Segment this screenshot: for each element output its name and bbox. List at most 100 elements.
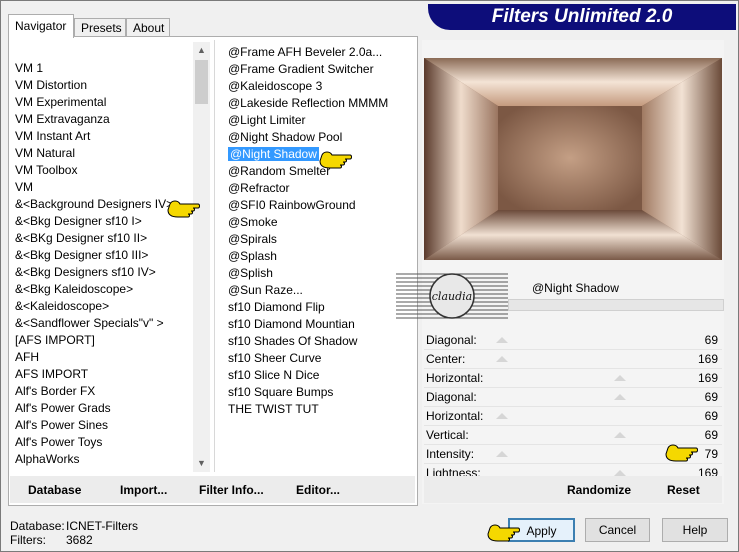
filter-item[interactable]: @Splish bbox=[225, 265, 415, 282]
effect-preview-image bbox=[424, 58, 722, 260]
pointing-hand-icon bbox=[487, 524, 520, 542]
category-item[interactable]: VM Instant Art bbox=[12, 128, 192, 145]
parameter-value: 69 bbox=[704, 409, 718, 423]
watermark-text: claudia bbox=[432, 290, 472, 303]
category-item[interactable]: VM 1 bbox=[12, 60, 192, 77]
app-banner: Filters Unlimited 2.0 bbox=[428, 4, 736, 30]
parameter-label: Horizontal: bbox=[426, 371, 484, 385]
scroll-down-icon[interactable]: ▼ bbox=[193, 455, 210, 472]
category-item[interactable]: Alf's Power Grads bbox=[12, 400, 192, 417]
parameter-label: Vertical: bbox=[426, 428, 469, 442]
category-item[interactable]: VM Experimental bbox=[12, 94, 192, 111]
filter-item[interactable]: @Smoke bbox=[225, 214, 415, 231]
parameter-label: Diagonal: bbox=[426, 390, 477, 404]
category-item[interactable]: &<Bkg Designer sf10 III> bbox=[12, 247, 192, 264]
tab-presets[interactable]: Presets bbox=[74, 18, 126, 36]
slider-thumb-icon[interactable] bbox=[614, 432, 626, 438]
category-list[interactable]: VM 1 VM Distortion VM Experimental VM Extra… bbox=[12, 60, 192, 470]
cancel-button[interactable]: Cancel bbox=[585, 518, 650, 542]
category-item[interactable]: Alf's Power Toys bbox=[12, 434, 192, 451]
parameter-slider[interactable]: Diagonal: 69 bbox=[424, 388, 722, 407]
category-item[interactable]: &<Sandflower Specials"v" > bbox=[12, 315, 192, 332]
category-item[interactable]: &<Bkg Designers sf10 IV> bbox=[12, 264, 192, 281]
category-item[interactable]: VM Distortion bbox=[12, 77, 192, 94]
filter-item[interactable]: @Refractor bbox=[225, 180, 415, 197]
parameter-value: 69 bbox=[704, 428, 718, 442]
filter-item[interactable]: @Lakeside Reflection MMMM bbox=[225, 95, 415, 112]
category-item[interactable]: &<Bkg Designer sf10 I> bbox=[12, 213, 192, 230]
import-button[interactable]: Import... bbox=[120, 483, 167, 497]
filter-item[interactable]: sf10 Sheer Curve bbox=[225, 350, 415, 367]
category-item[interactable]: &<Background Designers IV> bbox=[12, 196, 192, 213]
randomize-button[interactable]: Randomize bbox=[567, 483, 631, 497]
slider-thumb-icon[interactable] bbox=[496, 413, 508, 419]
filter-item[interactable]: @Spirals bbox=[225, 231, 415, 248]
filters-count-label: Filters: bbox=[10, 533, 46, 547]
scroll-up-icon[interactable]: ▲ bbox=[193, 42, 210, 59]
parameter-value: 169 bbox=[697, 352, 718, 366]
category-scrollbar[interactable]: ▲ ▼ bbox=[193, 42, 210, 472]
filter-item[interactable]: @Night Shadow Pool bbox=[225, 129, 415, 146]
help-button[interactable]: Help bbox=[662, 518, 728, 542]
reset-button[interactable]: Reset bbox=[667, 483, 700, 497]
category-item[interactable]: VM Natural bbox=[12, 145, 192, 162]
parameter-slider[interactable]: Horizontal: 169 bbox=[424, 369, 722, 388]
filter-item[interactable]: @Sun Raze... bbox=[225, 282, 415, 299]
list-divider bbox=[214, 40, 215, 472]
preview-button-bar: Randomize Reset bbox=[424, 476, 722, 503]
database-status: Database:ICNET-Filters Filters: 3682 bbox=[10, 519, 138, 547]
database-value: ICNET-Filters bbox=[66, 519, 138, 533]
scroll-thumb[interactable] bbox=[195, 60, 208, 104]
slider-thumb-icon[interactable] bbox=[496, 451, 508, 457]
filter-item[interactable]: sf10 Diamond Mountian bbox=[225, 316, 415, 333]
category-item[interactable]: VM bbox=[12, 179, 192, 196]
filter-item[interactable]: @Frame AFH Beveler 2.0a... bbox=[225, 44, 415, 61]
tab-about[interactable]: About bbox=[126, 18, 170, 36]
database-button[interactable]: Database bbox=[28, 483, 81, 497]
filters-count-value: 3682 bbox=[66, 533, 93, 547]
filter-item[interactable]: @Frame Gradient Switcher bbox=[225, 61, 415, 78]
filter-info-button[interactable]: Filter Info... bbox=[199, 483, 264, 497]
parameter-label: Horizontal: bbox=[426, 409, 484, 423]
pointing-hand-icon bbox=[167, 200, 200, 218]
category-item[interactable]: [AFS IMPORT] bbox=[12, 332, 192, 349]
slider-thumb-icon[interactable] bbox=[614, 375, 626, 381]
pointing-hand-icon bbox=[319, 151, 352, 169]
current-filter-name: @Night Shadow bbox=[532, 281, 619, 295]
filter-item[interactable]: THE TWIST TUT bbox=[225, 401, 415, 418]
slider-thumb-icon[interactable] bbox=[614, 394, 626, 400]
filter-item[interactable]: sf10 Diamond Flip bbox=[225, 299, 415, 316]
category-item[interactable]: VM Toolbox bbox=[12, 162, 192, 179]
tab-navigator[interactable]: Navigator bbox=[8, 14, 74, 38]
filter-item[interactable]: @SFI0 RainbowGround bbox=[225, 197, 415, 214]
filter-item[interactable]: sf10 Shades Of Shadow bbox=[225, 333, 415, 350]
filter-item[interactable]: sf10 Square Bumps bbox=[225, 384, 415, 401]
category-item[interactable]: &<Kaleidoscope> bbox=[12, 298, 192, 315]
parameter-slider[interactable]: Center: 169 bbox=[424, 350, 722, 369]
slider-thumb-icon[interactable] bbox=[496, 337, 508, 343]
category-item[interactable]: &<BKg Designer sf10 II> bbox=[12, 230, 192, 247]
editor-button[interactable]: Editor... bbox=[296, 483, 340, 497]
filter-item[interactable]: @Splash bbox=[225, 248, 415, 265]
category-item[interactable]: AlphaWorks bbox=[12, 451, 192, 468]
parameter-slider[interactable]: Horizontal: 69 bbox=[424, 407, 722, 426]
filter-item[interactable]: @Kaleidoscope 3 bbox=[225, 78, 415, 95]
filter-item[interactable]: @Light Limiter bbox=[225, 112, 415, 129]
parameter-label: Center: bbox=[426, 352, 466, 366]
slider-thumb-icon[interactable] bbox=[496, 356, 508, 362]
category-item[interactable]: Alf's Power Sines bbox=[12, 417, 192, 434]
claudia-watermark-logo: claudia bbox=[396, 268, 508, 324]
filter-item[interactable]: sf10 Slice N Dice bbox=[225, 367, 415, 384]
parameter-slider[interactable]: Diagonal: 69 bbox=[424, 331, 722, 350]
category-item[interactable]: &<Bkg Kaleidoscope> bbox=[12, 281, 192, 298]
pointing-hand-icon bbox=[665, 444, 698, 462]
parameter-value: 79 bbox=[704, 447, 718, 461]
parameter-value: 69 bbox=[704, 333, 718, 347]
category-item[interactable]: Alf's Border FX bbox=[12, 383, 192, 400]
parameter-label: Diagonal: bbox=[426, 333, 477, 347]
category-item[interactable]: AFS IMPORT bbox=[12, 366, 192, 383]
category-item[interactable]: AFH bbox=[12, 349, 192, 366]
filter-list[interactable]: @Frame AFH Beveler 2.0a... @Frame Gradien… bbox=[225, 44, 415, 454]
navigator-button-bar: Database Import... Filter Info... Editor… bbox=[10, 476, 415, 503]
category-item[interactable]: VM Extravaganza bbox=[12, 111, 192, 128]
